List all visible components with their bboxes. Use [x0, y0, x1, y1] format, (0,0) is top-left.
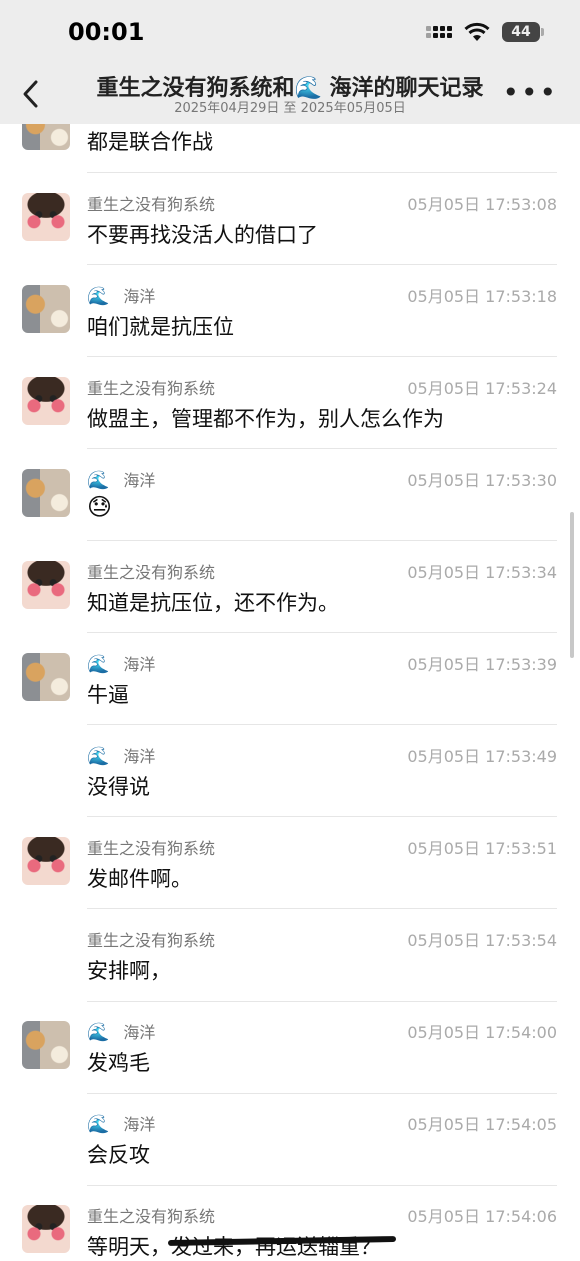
message-time: 05月05日 17:53:18 — [407, 287, 557, 306]
message-time: 05月05日 17:53:34 — [407, 563, 557, 582]
message-text: 安排啊， — [87, 959, 171, 983]
message-item[interactable]: 重生之没有狗系统 05月05日 17:53:51 发邮件啊。 — [0, 837, 580, 929]
wave-emoji: 🌊 — [87, 1114, 110, 1135]
message-item[interactable]: 🌊 海洋 05月05日 17:53:30 😓 — [0, 469, 580, 561]
message-item[interactable]: 重生之没有狗系统 05月05日 17:54:06 等明天，发过来，再运送辎重？ — [0, 1205, 580, 1259]
message-item[interactable]: 重生之没有狗系统 05月05日 17:53:24 做盟主，管理都不作为，别人怎么… — [0, 377, 580, 469]
wifi-icon — [464, 22, 490, 41]
message-time: 05月05日 17:53:39 — [407, 655, 557, 674]
divider — [87, 264, 557, 265]
nav-header: 00:01 44 重生之没有狗系统和🌊 海洋的聊天记录 2025年04月29日 … — [0, 0, 580, 124]
message-text: 牛逼 — [87, 683, 129, 707]
avatar[interactable] — [22, 193, 70, 241]
sender-name: 🌊 海洋 — [87, 1019, 155, 1043]
wave-emoji: 🌊 — [87, 286, 110, 307]
message-item[interactable]: 🌊 海洋 05月05日 17:53:18 咱们就是抗压位 — [0, 285, 580, 377]
message-time: 05月05日 17:53:49 — [407, 747, 557, 766]
sender-name: 重生之没有狗系统 — [87, 1207, 216, 1226]
message-time: 05月05日 17:53:30 — [407, 471, 557, 490]
avatar[interactable] — [22, 285, 70, 333]
message-text: 不要再找没活人的借口了 — [87, 223, 318, 247]
divider — [87, 724, 557, 725]
message-time: 05月05日 17:53:08 — [407, 195, 557, 214]
back-arrow-icon[interactable] — [16, 74, 46, 114]
message-text: 咱们就是抗压位 — [87, 315, 234, 339]
message-text: 都是联合作战 — [87, 130, 213, 154]
battery-icon: 44 — [502, 22, 544, 42]
message-time: 05月05日 17:54:00 — [407, 1023, 557, 1042]
divider — [87, 908, 557, 909]
message-time: 05月05日 17:53:51 — [407, 839, 557, 858]
sender-name-text: 海洋 — [123, 471, 156, 490]
date-range: 2025年04月29日 至 2025年05月05日 — [174, 101, 406, 116]
divider — [87, 1185, 557, 1186]
wave-emoji: 🌊 — [87, 654, 110, 675]
sender-name: 重生之没有狗系统 — [87, 379, 216, 398]
message-item[interactable]: 重生之没有狗系统 05月05日 17:53:54 安排啊， — [0, 929, 580, 1021]
wave-emoji: 🌊 — [87, 1022, 110, 1043]
scrollbar[interactable] — [570, 512, 574, 658]
divider — [87, 632, 557, 633]
avatar[interactable] — [22, 1205, 70, 1253]
message-text: 知道是抗压位，还不作为。 — [87, 591, 339, 615]
sender-name-text: 海洋 — [123, 747, 156, 766]
wave-emoji: 🌊 — [87, 470, 110, 491]
sender-name: 重生之没有狗系统 — [87, 931, 216, 950]
message-item[interactable]: 重生之没有狗系统 05月05日 17:53:08 不要再找没活人的借口了 — [0, 193, 580, 285]
sender-name: 重生之没有狗系统 — [87, 839, 216, 858]
sender-name: 🌊 海洋 — [87, 1111, 155, 1135]
message-text: 等明天，发过来，再运送辎重？ — [87, 1235, 381, 1259]
message-time: 05月05日 17:53:24 — [407, 379, 557, 398]
message-item[interactable]: 🌊 海洋 05月05日 17:54:05 会反攻 — [0, 1113, 580, 1205]
sender-name: 🌊 海洋 — [87, 743, 155, 767]
sender-name: 重生之没有狗系统 — [87, 195, 216, 214]
avatar[interactable] — [22, 561, 70, 609]
divider — [87, 356, 557, 357]
message-time: 05月05日 17:54:05 — [407, 1115, 557, 1134]
message-time: 05月05日 17:54:06 — [407, 1207, 557, 1226]
message-text: 会反攻 — [87, 1143, 150, 1167]
message-time: 05月05日 17:53:54 — [407, 931, 557, 950]
message-text: 没得说 — [87, 775, 150, 799]
sender-name: 🌊 海洋 — [87, 283, 155, 307]
message-emoji: 😓 — [87, 493, 113, 521]
signal-icon — [426, 26, 452, 38]
avatar[interactable] — [22, 653, 70, 701]
divider — [87, 540, 557, 541]
avatar[interactable] — [22, 377, 70, 425]
message-item[interactable]: 🌊 海洋 05月05日 17:53:49 没得说 — [0, 745, 580, 837]
sender-name: 🌊 海洋 — [87, 651, 155, 675]
status-icons: 44 — [426, 22, 544, 42]
avatar[interactable] — [22, 469, 70, 517]
message-item[interactable]: 🌊 海洋 05月05日 17:53:39 牛逼 — [0, 653, 580, 745]
divider — [87, 448, 557, 449]
sender-name: 🌊 海洋 — [87, 467, 155, 491]
message-text: 做盟主，管理都不作为，别人怎么作为 — [87, 407, 444, 431]
message-text: 发邮件啊。 — [87, 867, 192, 891]
wave-emoji: 🌊 — [87, 746, 110, 767]
divider — [87, 1093, 557, 1094]
status-time: 00:01 — [68, 18, 145, 46]
more-icon[interactable]: ••• — [502, 79, 558, 107]
sender-name-text: 海洋 — [123, 1023, 156, 1042]
sender-name-text: 海洋 — [123, 1115, 156, 1134]
message-item[interactable]: 重生之没有狗系统 05月05日 17:53:34 知道是抗压位，还不作为。 — [0, 561, 580, 653]
avatar[interactable] — [22, 837, 70, 885]
divider — [87, 172, 557, 173]
sender-name: 重生之没有狗系统 — [87, 563, 216, 582]
message-item[interactable]: 🌊 海洋 05月05日 17:54:00 发鸡毛 — [0, 1021, 580, 1113]
sender-name-text: 海洋 — [123, 287, 156, 306]
sender-name-text: 海洋 — [123, 655, 156, 674]
message-text: 发鸡毛 — [87, 1051, 150, 1075]
chat-history-list[interactable]: 都是联合作战 重生之没有狗系统 05月05日 17:53:08 不要再找没活人的… — [0, 0, 580, 1259]
divider — [87, 816, 557, 817]
divider — [87, 1001, 557, 1002]
avatar[interactable] — [22, 1021, 70, 1069]
